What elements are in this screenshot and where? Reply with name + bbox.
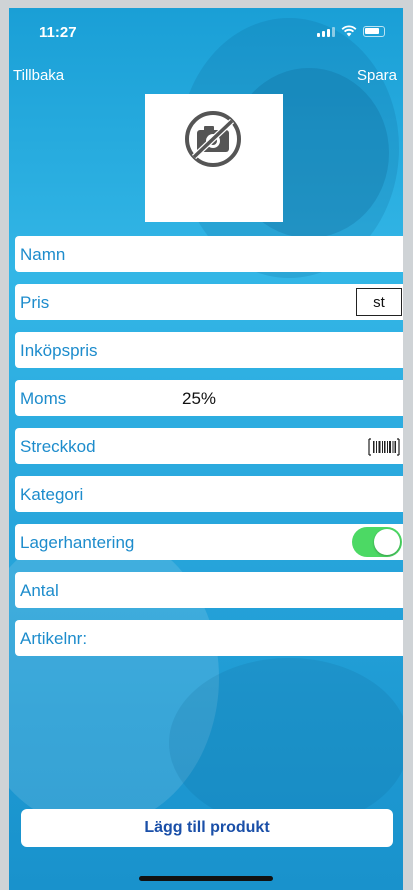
barcode-field[interactable]: Streckkod [15, 428, 403, 464]
article-number-field[interactable]: Artikelnr: [15, 620, 403, 656]
app-screen: 11:27 Tillbaka Spara Namn Pris st Inköps… [9, 8, 403, 890]
no-camera-icon [185, 111, 241, 167]
quantity-field[interactable]: Antal [15, 572, 403, 608]
article-number-label: Artikelnr: [20, 629, 88, 648]
price-label: Pris [20, 293, 50, 312]
category-field[interactable]: Kategori [15, 476, 403, 512]
inventory-field: Lagerhantering [15, 524, 403, 560]
battery-icon [363, 25, 385, 37]
product-photo-placeholder[interactable] [145, 94, 283, 222]
status-bar: 11:27 [9, 8, 403, 52]
vat-label: Moms [20, 389, 67, 408]
home-indicator[interactable] [139, 876, 273, 881]
inventory-label: Lagerhantering [20, 533, 135, 552]
add-product-button[interactable]: Lägg till produkt [21, 809, 393, 847]
price-field[interactable]: Pris st [15, 284, 403, 320]
purchase-price-field[interactable]: Inköpspris [15, 332, 403, 368]
wifi-icon [341, 25, 357, 37]
barcode-icon[interactable] [368, 438, 400, 456]
category-label: Kategori [20, 485, 84, 504]
navigation-bar: Tillbaka Spara [9, 64, 403, 90]
barcode-label: Streckkod [20, 437, 96, 456]
cellular-signal-icon [317, 26, 335, 37]
purchase-price-label: Inköpspris [20, 341, 98, 360]
status-time: 11:27 [39, 24, 77, 41]
status-icons [317, 25, 385, 37]
quantity-label: Antal [20, 581, 59, 600]
price-unit-selector[interactable]: st [356, 288, 402, 316]
name-field[interactable]: Namn [15, 236, 403, 272]
back-button[interactable]: Tillbaka [13, 67, 64, 84]
vat-value: 25% [182, 389, 217, 408]
background-photo-shape [169, 658, 403, 828]
save-button[interactable]: Spara [357, 67, 397, 84]
toggle-knob [374, 529, 400, 555]
name-label: Namn [20, 245, 66, 264]
vat-field[interactable]: Moms 25% [15, 380, 403, 416]
inventory-toggle[interactable] [352, 527, 402, 557]
